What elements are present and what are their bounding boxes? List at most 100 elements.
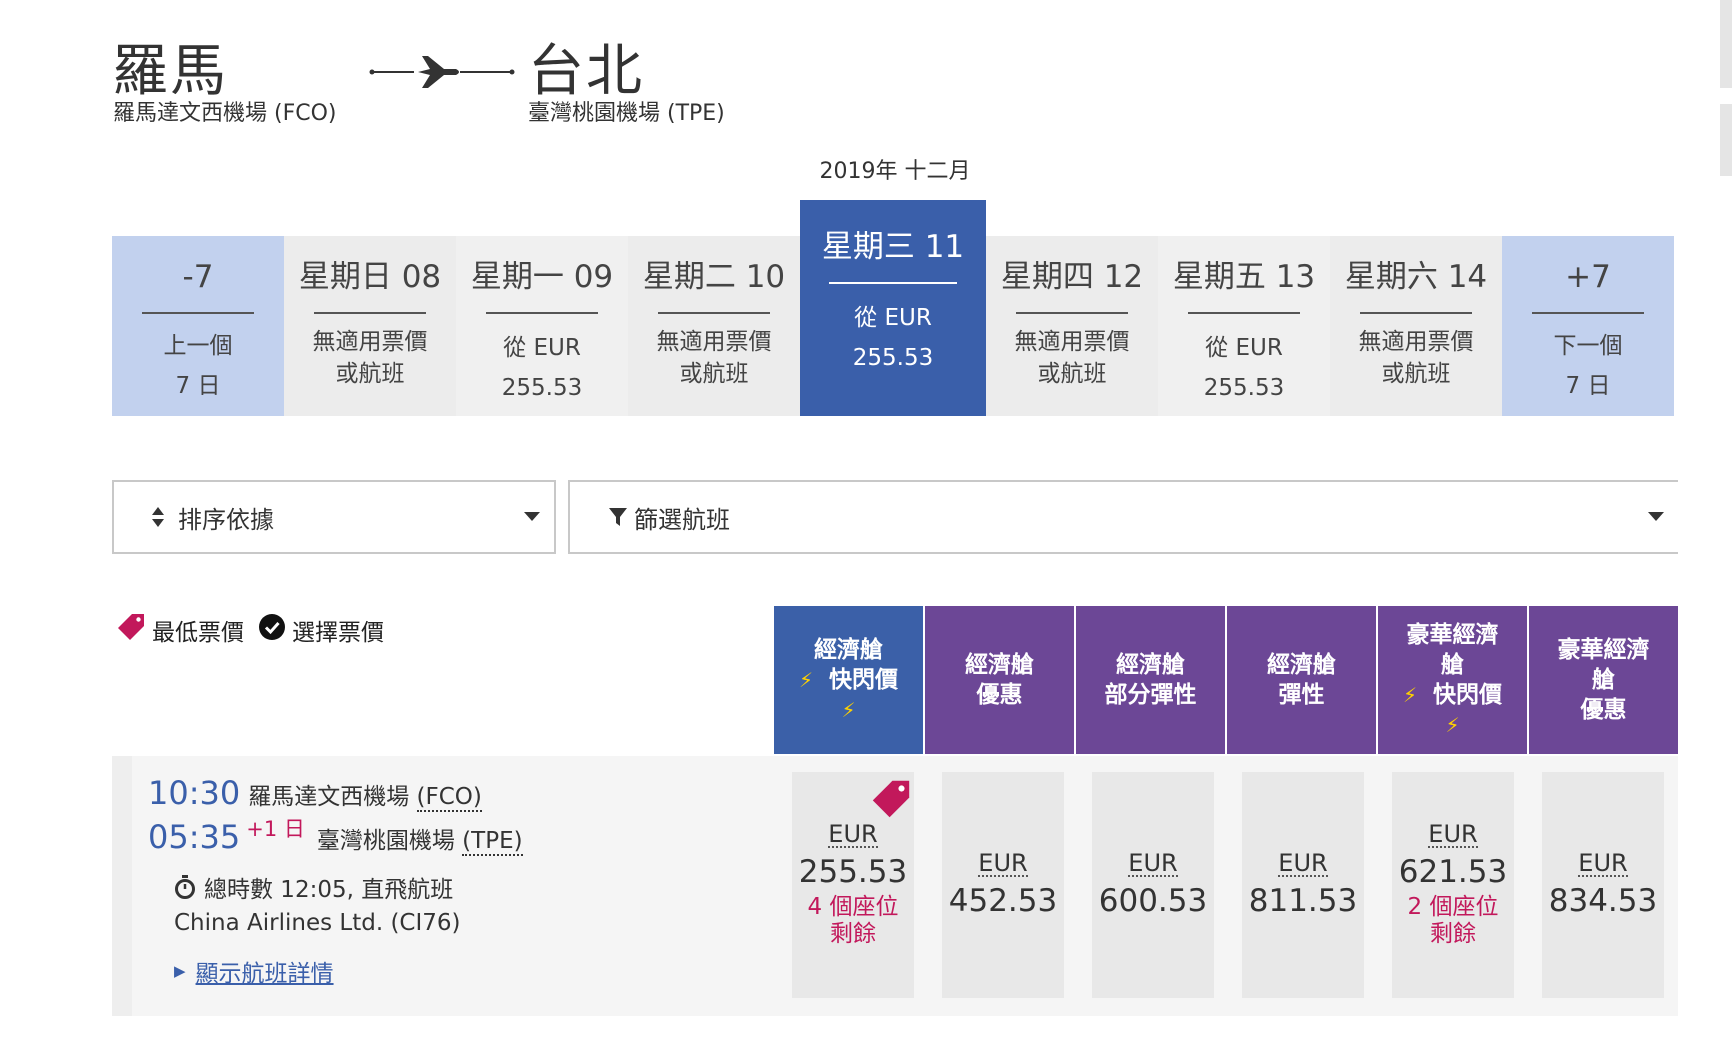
arrival-airport-code[interactable]: (TPE) <box>462 828 523 856</box>
divider <box>1532 312 1644 314</box>
plane-route-icon <box>369 56 515 88</box>
fare-option-economy-flex[interactable]: EUR 811.53 <box>1242 772 1364 998</box>
fare-header-line2: 優惠 <box>976 682 1023 708</box>
date-price: 255.53 <box>1203 375 1285 401</box>
fare-header-line1: 豪華經濟 <box>1406 622 1499 648</box>
date-price: 255.53 <box>501 375 583 401</box>
date-day-label: 星期六 14 <box>1344 259 1488 295</box>
legend-lowest-label: 最低票價 <box>152 620 244 646</box>
fare-option-economy-promo[interactable]: EUR 452.53 <box>942 772 1064 998</box>
date-price-prefix: 從 EUR <box>854 305 932 331</box>
flash-icon: ⚡ <box>1402 683 1418 707</box>
arrival-line: 05:35 +1 日 臺灣桃園機場 (TPE) <box>148 817 523 856</box>
fare-header-line2: ⚡ 快閃價 <box>1403 680 1502 710</box>
fare-header-line1: 豪華經濟 <box>1557 637 1650 663</box>
sort-dropdown[interactable]: 排序依據 <box>112 480 556 554</box>
date-price: 255.53 <box>852 345 934 371</box>
fare-currency: EUR <box>1428 820 1478 848</box>
fare-header-premium-flash: 豪華經濟 艙 ⚡ 快閃價 ⚡ <box>1378 606 1527 754</box>
fare-currency: EUR <box>828 820 878 848</box>
fare-header-line1: 經濟艙 <box>1116 652 1185 678</box>
prev-week-button[interactable]: -7 上一個 7 日 <box>112 236 284 416</box>
fare-currency: EUR <box>1578 849 1628 877</box>
flash-icon: ⚡ <box>841 698 856 722</box>
arrival-time: 05:35 <box>148 818 241 856</box>
date-cell-09[interactable]: 星期一 09 從 EUR 255.53 <box>456 236 628 416</box>
date-cell-11-selected[interactable]: 星期三 11 從 EUR 255.53 <box>800 200 986 416</box>
fare-header-economy-flash: 經濟艙 ⚡ 快閃價 ⚡ <box>774 606 923 754</box>
fare-header-line2-text: 快閃價 <box>829 667 899 693</box>
date-strip: -7 上一個 7 日 星期日 08 無適用票價 或航班 星期一 09 從 EUR 2… <box>112 200 1674 416</box>
departure-time: 10:30 <box>148 774 241 812</box>
chevron-down-icon <box>1648 512 1664 521</box>
fare-header-line1: 經濟艙 <box>965 652 1034 678</box>
date-day-label: 星期二 10 <box>642 259 786 295</box>
seats-remaining-line2: 剩餘 <box>829 921 876 947</box>
flight-details-toggle[interactable]: ▶ 顯示航班詳情 <box>174 954 334 988</box>
seats-remaining-line2: 剩餘 <box>1429 921 1476 947</box>
seats-remaining: 4 個座位 剩餘 <box>808 894 899 948</box>
prev-week-sub: 上一個 7 日 <box>164 326 233 406</box>
divider <box>1016 312 1128 314</box>
next-week-label: +7 <box>1565 259 1611 295</box>
departure-airport-code[interactable]: (FCO) <box>416 784 482 812</box>
flight-details-link[interactable]: 顯示航班詳情 <box>196 954 334 988</box>
fare-header-line1: 經濟艙 <box>1267 652 1336 678</box>
price-tag-icon <box>116 612 146 648</box>
arrival-airport-name: 臺灣桃園機場 <box>316 828 455 854</box>
date-cell-08[interactable]: 星期日 08 無適用票價 或航班 <box>284 236 456 416</box>
arrival-airport: 臺灣桃園機場 (TPE) <box>316 821 523 856</box>
flight-duration-text: 總時數 12:05, 直飛航班 <box>204 877 454 903</box>
fare-option-premium-flash[interactable]: EUR 621.53 2 個座位 剩餘 <box>1392 772 1514 998</box>
fare-header-line1: 經濟艙 <box>814 637 883 663</box>
filter-label: 篩選航班 <box>634 505 730 534</box>
divider <box>829 282 957 284</box>
next-week-button[interactable]: +7 下一個 7 日 <box>1502 236 1674 416</box>
date-cell-10[interactable]: 星期二 10 無適用票價 或航班 <box>628 236 800 416</box>
fare-amount: 811.53 <box>1248 883 1358 919</box>
filter-dropdown[interactable]: 篩選航班 <box>568 480 1678 554</box>
fare-option-economy-semiflex[interactable]: EUR 600.53 <box>1092 772 1214 998</box>
divider <box>314 312 426 314</box>
fare-option-premium-promo[interactable]: EUR 834.53 <box>1542 772 1664 998</box>
date-cell-12[interactable]: 星期四 12 無適用票價 或航班 <box>986 236 1158 416</box>
fare-amount: 834.53 <box>1548 883 1658 919</box>
next-week-sub-line1: 下一個 <box>1553 333 1623 359</box>
origin-airport: 羅馬達文西機場 (FCO) <box>113 101 337 126</box>
date-cell-14[interactable]: 星期六 14 無適用票價或航班 <box>1330 236 1502 416</box>
fare-header-line1b: 艙 <box>1441 652 1464 678</box>
seats-remaining-line1: 4 個座位 <box>807 894 899 920</box>
date-status-line1: 無適用票價 <box>656 329 772 355</box>
date-status-line2: 或航班 <box>335 361 405 387</box>
prev-week-label: -7 <box>182 259 214 295</box>
next-week-sub-line2: 7 日 <box>1565 373 1611 399</box>
fare-amount: 452.53 <box>948 883 1058 919</box>
stopwatch-icon <box>174 875 196 899</box>
fare-header-economy-flex: 經濟艙 彈性 <box>1227 606 1376 754</box>
filter-icon <box>608 506 628 528</box>
fare-amount: 600.53 <box>1098 883 1208 919</box>
departure-airport: 羅馬達文西機場 (FCO) <box>248 777 482 812</box>
divider <box>1360 312 1472 314</box>
fare-amount: 621.53 <box>1398 854 1508 890</box>
fare-header-line1b: 艙 <box>1592 667 1615 693</box>
date-status-line1: 無適用票價 <box>1358 329 1474 355</box>
next-week-sub: 下一個 7 日 <box>1554 326 1623 406</box>
month-title: 2019年 十二月 <box>819 159 971 184</box>
date-day-label: 星期日 08 <box>298 259 442 295</box>
destination-airport: 臺灣桃園機場 (TPE) <box>528 101 725 126</box>
fare-header-premium-promo: 豪華經濟 艙 優惠 <box>1529 606 1678 754</box>
fare-option-economy-flash[interactable]: EUR 255.53 4 個座位 剩餘 <box>792 772 914 998</box>
date-day-label: 星期三 11 <box>821 229 965 265</box>
fare-headers: 經濟艙 ⚡ 快閃價 ⚡ 經濟艙 優惠 經濟艙 部分彈性 經濟艙 彈性 豪華經濟 … <box>774 606 1678 754</box>
fare-header-line2: ⚡ 快閃價 <box>799 665 898 695</box>
prev-week-sub-line1: 上一個 <box>163 333 233 359</box>
arrival-plus-day: +1 日 <box>246 817 305 841</box>
divider <box>486 312 598 314</box>
date-cell-13[interactable]: 星期五 13 從 EUR 255.53 <box>1158 236 1330 416</box>
date-status-line2: 或航班 <box>1381 361 1451 387</box>
lowest-price-tag-icon <box>870 778 912 824</box>
date-day-label: 星期一 09 <box>470 259 614 295</box>
prev-week-sub-line2: 7 日 <box>175 373 221 399</box>
date-status-line2: 或航班 <box>1037 361 1107 387</box>
